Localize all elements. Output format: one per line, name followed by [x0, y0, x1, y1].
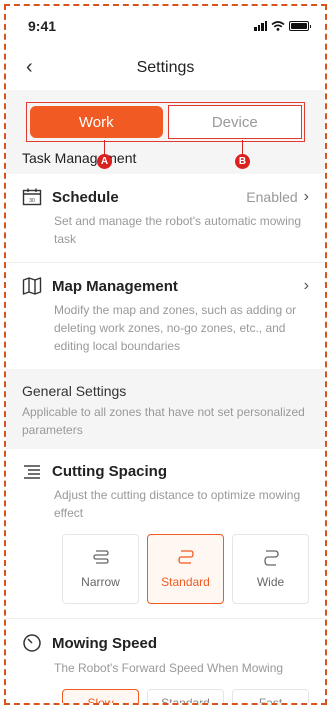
- mowing-speed-title: Mowing Speed: [52, 634, 157, 652]
- spacing-option-standard[interactable]: Standard: [147, 534, 224, 604]
- spacing-option-label: Wide: [256, 575, 285, 589]
- spacing-option-narrow[interactable]: Narrow: [62, 534, 139, 604]
- chevron-right-icon: ›: [303, 277, 309, 294]
- tab-work[interactable]: Work: [30, 106, 163, 138]
- schedule-title: Schedule: [52, 188, 119, 206]
- spacing-option-label: Narrow: [81, 575, 120, 589]
- speedometer-icon: [23, 634, 41, 652]
- tab-bar: Work Device: [26, 102, 305, 142]
- spacing-option-label: Standard: [161, 575, 210, 589]
- annotation-marker-a: A: [97, 154, 112, 169]
- general-settings-title: General Settings: [22, 383, 127, 399]
- speed-option-slow[interactable]: Slow: [62, 689, 139, 703]
- battery-icon: [289, 21, 311, 31]
- chevron-right-icon: ›: [303, 188, 309, 205]
- nav-bar: ‹ Settings: [6, 46, 325, 90]
- map-icon: [22, 277, 42, 295]
- mowing-speed-description: The Robot's Forward Speed When Mowing: [54, 661, 284, 675]
- svg-text:30: 30: [29, 198, 35, 204]
- status-icons: [254, 21, 311, 31]
- map-management-title: Map Management: [52, 277, 178, 295]
- mowing-speed-options: Slow Standard Fast: [22, 689, 309, 703]
- task-management-title: Task Management: [6, 142, 325, 174]
- status-time: 9:41: [28, 18, 57, 34]
- general-settings-header: General Settings Applicable to all zones…: [6, 369, 325, 449]
- calendar-icon: 30: [22, 188, 42, 206]
- lines-icon: [24, 464, 40, 479]
- annotation-marker-b: B: [235, 154, 250, 169]
- speed-option-fast[interactable]: Fast: [232, 689, 309, 703]
- signal-icon: [254, 21, 267, 31]
- general-settings-description: Applicable to all zones that have not se…: [22, 405, 305, 437]
- tab-device[interactable]: Device: [167, 105, 302, 139]
- standard-spacing-icon: [177, 550, 194, 564]
- spacing-option-wide[interactable]: Wide: [232, 534, 309, 604]
- narrow-spacing-icon: [92, 550, 109, 564]
- wifi-icon: [271, 21, 285, 31]
- schedule-description: Set and manage the robot's automatic mow…: [54, 214, 302, 246]
- map-management-row[interactable]: Map Management › Modify the map and zone…: [6, 262, 325, 369]
- cutting-spacing-description: Adjust the cutting distance to optimize …: [54, 488, 301, 520]
- speed-option-standard[interactable]: Standard: [147, 689, 224, 703]
- schedule-row[interactable]: 30 Schedule Enabled › Set and manage the…: [6, 174, 325, 262]
- status-bar: 9:41: [6, 6, 325, 46]
- cutting-spacing-title: Cutting Spacing: [52, 463, 167, 480]
- tabs-container: Work Device: [6, 90, 325, 142]
- settings-page: 9:41 ‹ Settings Work Device Task Managem…: [6, 6, 325, 703]
- schedule-status: Enabled: [246, 189, 298, 205]
- wide-spacing-icon: [263, 550, 279, 566]
- back-button[interactable]: ‹: [26, 56, 33, 79]
- page-title: Settings: [136, 59, 195, 76]
- map-management-description: Modify the map and zones, such as adding…: [54, 303, 297, 353]
- mowing-speed-card: Mowing Speed The Robot's Forward Speed W…: [6, 618, 325, 703]
- cutting-spacing-options: Narrow Standard Wide: [22, 534, 309, 604]
- cutting-spacing-card: Cutting Spacing Adjust the cutting dista…: [6, 449, 325, 618]
